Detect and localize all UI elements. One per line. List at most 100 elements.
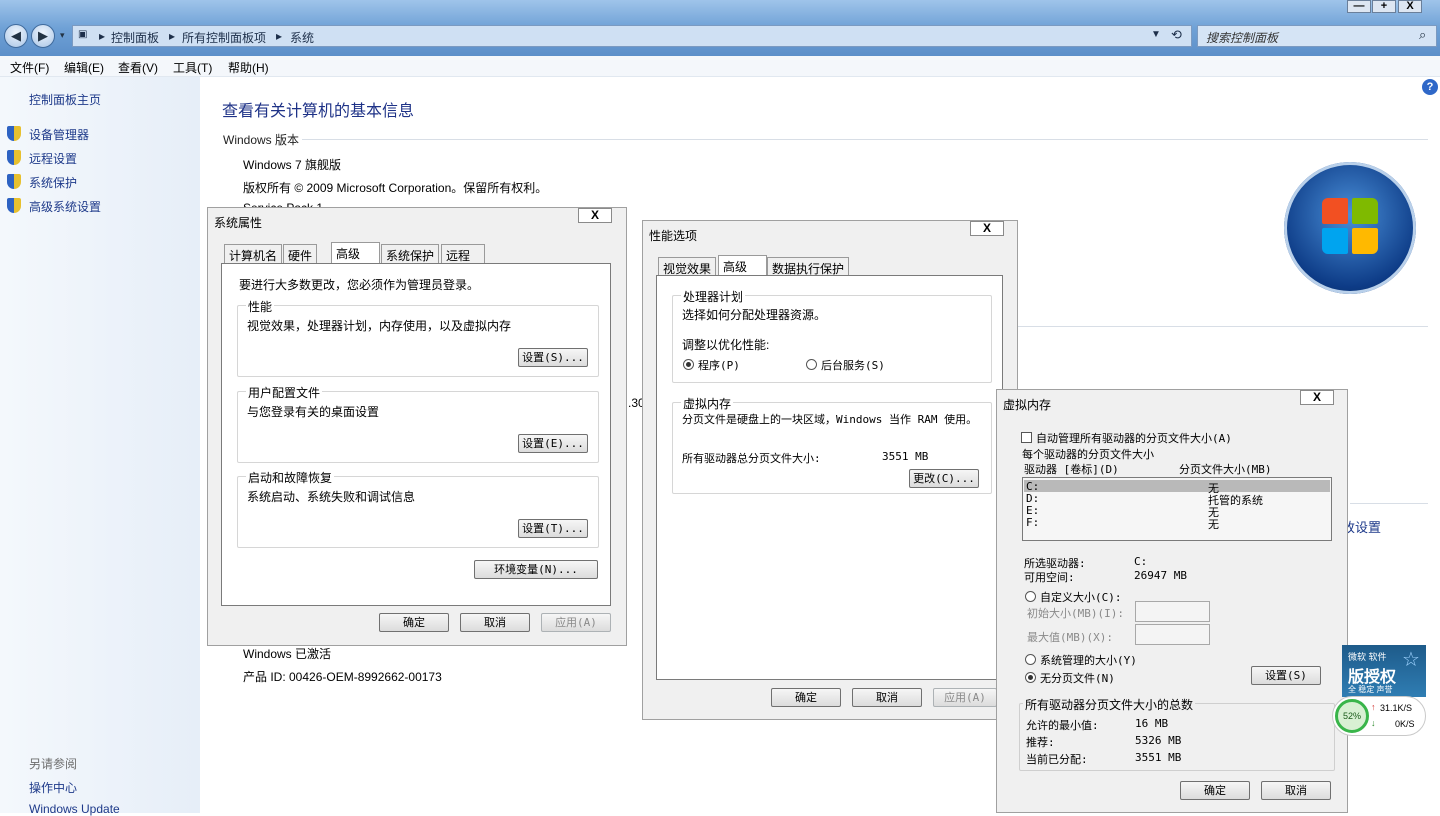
badge-bottom-text: 全 稳定 声誉 — [1348, 685, 1393, 694]
network-monitor-widget[interactable]: 52% ↑ 31.1K/S ↓ 0K/S — [1332, 696, 1426, 736]
free-space-value: 26947 MB — [1134, 569, 1187, 582]
tab-visual-effects[interactable]: 视觉效果 — [658, 257, 717, 277]
vm-total-value: 3551 MB — [882, 450, 929, 463]
apply-button[interactable]: 应用(A) — [541, 613, 611, 632]
tab-panel: 处理器计划 选择如何分配处理器资源。 调整以优化性能: 程序(P) 后台服务(S… — [656, 275, 1003, 680]
close-button[interactable]: X — [970, 221, 1004, 236]
sidebar-item-protection[interactable]: 系统保护 — [29, 174, 77, 191]
menu-help[interactable]: 帮助(H) — [228, 59, 269, 76]
drive-row-size[interactable]: 无 — [1208, 516, 1219, 532]
help-icon[interactable]: ? — [1422, 79, 1438, 95]
back-button[interactable]: ◀ — [4, 24, 28, 48]
tab-panel: 要进行大多数更改，您必须作为管理员登录。 性能 视觉效果，处理器计划，内存使用，… — [221, 263, 611, 606]
max-size-input[interactable] — [1135, 624, 1210, 645]
cancel-button[interactable]: 取消 — [852, 688, 922, 707]
cancel-button[interactable]: 取消 — [1261, 781, 1331, 800]
tab-remote[interactable]: 远程 — [441, 244, 485, 264]
sidebar-item-advanced[interactable]: 高级系统设置 — [29, 198, 101, 215]
radio-programs[interactable] — [683, 359, 694, 370]
sidebar-home-link[interactable]: 控制面板主页 — [29, 91, 101, 108]
minimize-button[interactable]: — — [1347, 0, 1371, 13]
startup-settings-button[interactable]: 设置(T)... — [518, 519, 588, 538]
initial-size-input[interactable] — [1135, 601, 1210, 622]
group-label: 启动和故障恢复 — [246, 469, 335, 486]
sidebar: 控制面板主页 设备管理器 远程设置 系统保护 高级系统设置 另请参阅 操作中心 … — [0, 77, 200, 816]
change-button[interactable]: 更改(C)... — [909, 469, 979, 488]
history-dropdown-icon[interactable]: ▾ — [60, 30, 65, 41]
dialog-title: 虚拟内存 — [1003, 398, 1052, 412]
see-also-action-center[interactable]: 操作中心 — [29, 779, 77, 796]
chevron-right-icon[interactable]: ▸ — [276, 29, 282, 43]
current-value: 3551 MB — [1135, 751, 1182, 764]
close-button[interactable]: X — [1300, 390, 1334, 405]
profile-settings-button[interactable]: 设置(E)... — [518, 434, 588, 453]
group-description: 与您登录有关的桌面设置 — [247, 405, 380, 419]
menu-edit[interactable]: 编辑(E) — [64, 59, 104, 76]
tab-computer-name[interactable]: 计算机名 — [224, 244, 283, 264]
sidebar-item-remote[interactable]: 远程设置 — [29, 150, 77, 167]
address-bar[interactable]: ▣ ▸ 控制面板 ▸ 所有控制面板项 ▸ 系统 ▼ ⟲ — [72, 25, 1192, 47]
breadcrumb-all-items[interactable]: 所有控制面板项 — [182, 29, 266, 46]
performance-settings-button[interactable]: 设置(S)... — [518, 348, 588, 367]
cancel-button[interactable]: 取消 — [460, 613, 530, 632]
optimize-label: 调整以优化性能: — [682, 338, 770, 352]
menu-file[interactable]: 文件(F) — [10, 59, 49, 76]
control-panel-icon: ▣ — [78, 29, 88, 40]
column-drive: 驱动器 [卷标](D) — [1024, 463, 1119, 476]
upload-speed: 31.1K/S — [1380, 703, 1413, 713]
see-also-windows-update[interactable]: Windows Update — [29, 802, 120, 816]
refresh-icon[interactable]: ⟲ — [1171, 27, 1182, 43]
address-dropdown-icon[interactable]: ▼ — [1151, 29, 1161, 40]
forward-button[interactable]: ▶ — [31, 24, 55, 48]
sidebar-item-device-manager[interactable]: 设备管理器 — [29, 126, 89, 143]
shield-icon — [7, 174, 21, 189]
menu-bar: 文件(F) 编辑(E) 查看(V) 工具(T) 帮助(H) — [0, 56, 1440, 77]
system-properties-dialog: 系统属性 X 计算机名 硬件 高级 系统保护 远程 要进行大多数更改，您必须作为… — [207, 207, 627, 646]
edition-section-label: Windows 版本 — [223, 133, 300, 147]
chevron-right-icon[interactable]: ▸ — [169, 29, 175, 43]
menu-view[interactable]: 查看(V) — [118, 59, 158, 76]
group-label: 所有驱动器分页文件大小的总数 — [1023, 696, 1196, 713]
startup-recovery-group: 启动和故障恢复 系统启动、系统失败和调试信息 设置(T)... — [237, 469, 599, 548]
ok-button[interactable]: 确定 — [771, 688, 841, 707]
genuine-badge: 微软 软件 版授权 全 稳定 声誉 ☆ — [1342, 645, 1426, 697]
star-icon: ☆ — [1402, 649, 1420, 671]
current-label: 当前已分配: — [1026, 753, 1088, 766]
drive-list[interactable]: C: 无 D: 托管的系统 E: 无 F: 无 — [1022, 477, 1332, 541]
radio-no-paging[interactable] — [1025, 672, 1036, 683]
set-button[interactable]: 设置(S) — [1251, 666, 1321, 685]
close-button[interactable]: X — [578, 208, 612, 223]
apply-button[interactable]: 应用(A) — [933, 688, 997, 707]
maximize-button[interactable]: + — [1372, 0, 1396, 13]
free-space-label: 可用空间: — [1024, 571, 1075, 584]
page-title: 查看有关计算机的基本信息 — [222, 103, 415, 120]
edition-text: Windows 7 旗舰版 — [243, 158, 342, 172]
auto-manage-checkbox[interactable] — [1021, 432, 1032, 443]
tab-dep[interactable]: 数据执行保护 — [767, 257, 850, 277]
breadcrumb-control-panel[interactable]: 控制面板 — [111, 29, 159, 46]
ok-button[interactable]: 确定 — [379, 613, 449, 632]
totals-group: 所有驱动器分页文件大小的总数 允许的最小值: 16 MB 推荐: 5326 MB… — [1019, 696, 1335, 771]
search-icon[interactable]: ⌕ — [1419, 27, 1426, 43]
upload-arrow-icon: ↑ — [1371, 702, 1376, 712]
radio-background-services[interactable] — [806, 359, 817, 370]
breadcrumb-system[interactable]: 系统 — [290, 29, 314, 46]
no-paging-label: 无分页文件(N) — [1040, 672, 1115, 685]
search-input[interactable]: 搜索控制面板 — [1197, 25, 1437, 47]
menu-tools[interactable]: 工具(T) — [173, 59, 212, 76]
tab-advanced[interactable]: 高级 — [718, 255, 767, 277]
tab-system-protection[interactable]: 系统保护 — [381, 244, 440, 264]
tab-advanced[interactable]: 高级 — [331, 242, 380, 264]
radio-system-managed[interactable] — [1025, 654, 1036, 665]
radio-custom-size[interactable] — [1025, 591, 1036, 602]
close-button[interactable]: X — [1398, 0, 1422, 13]
processor-scheduling-group: 处理器计划 选择如何分配处理器资源。 调整以优化性能: 程序(P) 后台服务(S… — [672, 288, 992, 383]
environment-variables-button[interactable]: 环境变量(N)... — [474, 560, 598, 579]
ok-button[interactable]: 确定 — [1180, 781, 1250, 800]
group-description: 系统启动、系统失败和调试信息 — [247, 490, 416, 504]
tab-hardware[interactable]: 硬件 — [283, 244, 318, 264]
drive-row-letter[interactable]: F: — [1026, 516, 1039, 529]
chevron-right-icon[interactable]: ▸ — [99, 29, 105, 43]
activation-status: Windows 已激活 — [243, 647, 332, 661]
group-description: 视觉效果，处理器计划，内存使用，以及虚拟内存 — [247, 319, 512, 333]
